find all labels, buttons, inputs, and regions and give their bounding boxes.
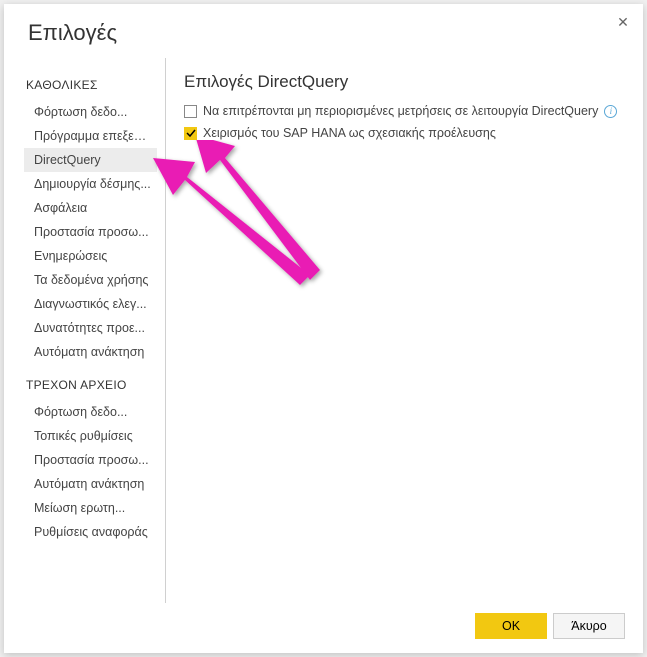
checkmark-icon bbox=[186, 128, 196, 138]
sidebar-item-usage-data[interactable]: Τα δεδομένα χρήσης bbox=[24, 268, 157, 292]
checkbox-sap-hana-relational[interactable] bbox=[184, 127, 197, 140]
option-label: Να επιτρέπονται μη περιορισμένες μετρήσε… bbox=[203, 104, 598, 118]
option-label: Χειρισμός του SAP HANA ως σχεσιακής προέ… bbox=[203, 126, 496, 140]
sidebar-section-current-file: ΤΡΕΧΟΝ ΑΡΧΕΙΟ bbox=[26, 378, 165, 392]
info-icon[interactable]: i bbox=[604, 105, 617, 118]
sidebar-item-regional-settings[interactable]: Τοπικές ρυθμίσεις bbox=[24, 424, 157, 448]
sidebar-item-preview-features[interactable]: Δυνατότητες προε... bbox=[24, 316, 157, 340]
dialog-content: ΚΑΘΟΛΙΚΕΣ Φόρτωση δεδο... Πρόγραμμα επεξ… bbox=[4, 58, 643, 603]
sidebar-item-auto-recovery-global[interactable]: Αυτόματη ανάκτηση bbox=[24, 340, 157, 364]
cancel-button[interactable]: Άκυρο bbox=[553, 613, 625, 639]
sidebar-item-diagnostics[interactable]: Διαγνωστικός ελεγ... bbox=[24, 292, 157, 316]
option-unrestricted-measures: Να επιτρέπονται μη περιορισμένες μετρήσε… bbox=[184, 104, 625, 118]
sidebar-item-query-editor[interactable]: Πρόγραμμα επεξερ... bbox=[24, 124, 157, 148]
sidebar-item-auto-recovery-current[interactable]: Αυτόματη ανάκτηση bbox=[24, 472, 157, 496]
sidebar-item-directquery[interactable]: DirectQuery bbox=[24, 148, 157, 172]
sidebar-item-privacy-current[interactable]: Προστασία προσω... bbox=[24, 448, 157, 472]
sidebar-item-data-load-global[interactable]: Φόρτωση δεδο... bbox=[24, 100, 157, 124]
panel-heading: Επιλογές DirectQuery bbox=[184, 72, 625, 92]
sidebar-item-updates[interactable]: Ενημερώσεις bbox=[24, 244, 157, 268]
sidebar-item-scripting[interactable]: Δημιουργία δέσμης... bbox=[24, 172, 157, 196]
sidebar-section-global: ΚΑΘΟΛΙΚΕΣ bbox=[26, 78, 165, 92]
dialog-title: Επιλογές bbox=[4, 4, 643, 58]
sidebar: ΚΑΘΟΛΙΚΕΣ Φόρτωση δεδο... Πρόγραμμα επεξ… bbox=[4, 58, 166, 603]
sidebar-item-report-settings[interactable]: Ρυθμίσεις αναφοράς bbox=[24, 520, 157, 544]
sidebar-item-security[interactable]: Ασφάλεια bbox=[24, 196, 157, 220]
sidebar-item-data-load-current[interactable]: Φόρτωση δεδο... bbox=[24, 400, 157, 424]
options-dialog: ✕ Επιλογές ΚΑΘΟΛΙΚΕΣ Φόρτωση δεδο... Πρό… bbox=[4, 4, 643, 653]
sidebar-item-privacy-global[interactable]: Προστασία προσω... bbox=[24, 220, 157, 244]
sidebar-item-query-reduction[interactable]: Μείωση ερωτη... bbox=[24, 496, 157, 520]
close-button[interactable]: ✕ bbox=[613, 12, 633, 32]
button-bar: OK Άκυρο bbox=[4, 603, 643, 653]
main-panel: Επιλογές DirectQuery Να επιτρέπονται μη … bbox=[166, 58, 643, 603]
ok-button[interactable]: OK bbox=[475, 613, 547, 639]
checkbox-unrestricted-measures[interactable] bbox=[184, 105, 197, 118]
option-sap-hana-relational: Χειρισμός του SAP HANA ως σχεσιακής προέ… bbox=[184, 126, 625, 140]
close-icon: ✕ bbox=[617, 14, 629, 31]
